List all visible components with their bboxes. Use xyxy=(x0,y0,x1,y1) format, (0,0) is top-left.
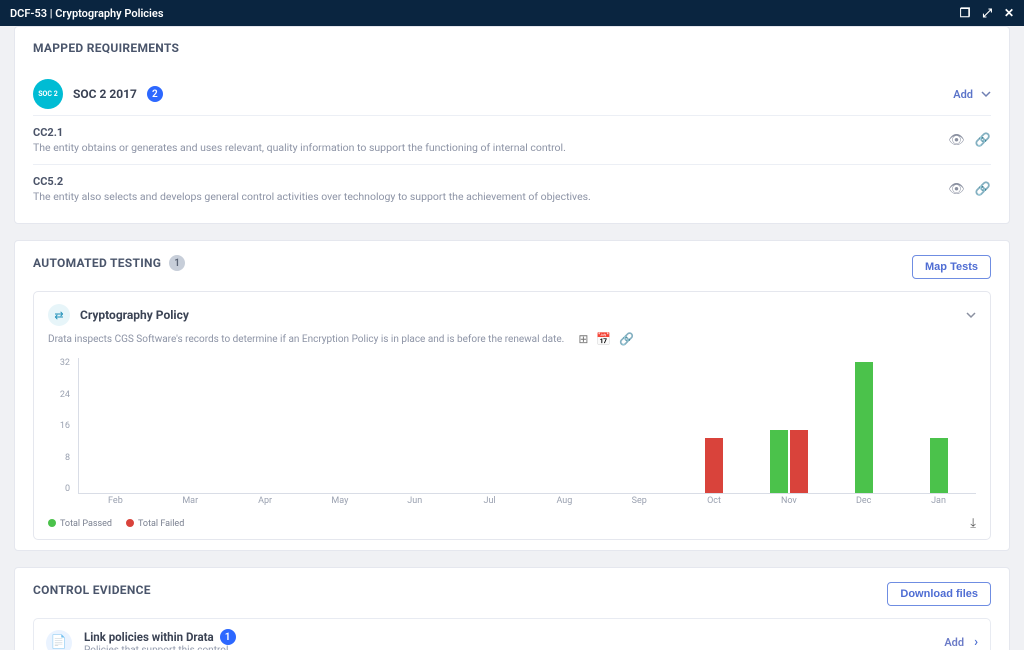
map-tests-button[interactable]: Map Tests xyxy=(912,255,991,279)
window-expand-icon[interactable]: ⤢ xyxy=(982,6,992,21)
chevron-right-icon: › xyxy=(974,635,978,650)
bar-passed[interactable] xyxy=(855,362,873,493)
requirement-desc: The entity obtains or generates and uses… xyxy=(33,141,566,154)
chevron-down-icon[interactable] xyxy=(966,310,976,320)
add-requirement-button[interactable]: Add xyxy=(953,88,991,101)
requirement-code: CC2.1 xyxy=(33,126,566,139)
download-files-button[interactable]: Download files xyxy=(887,582,991,606)
automated-testing-heading: AUTOMATED TESTING xyxy=(33,256,161,270)
framework-count-badge: 2 xyxy=(147,86,163,102)
mapped-requirements-card: MAPPED REQUIREMENTS SOC 2 SOC 2 2017 2 A… xyxy=(14,26,1010,224)
main-scroll[interactable]: MAPPED REQUIREMENTS SOC 2 SOC 2 2017 2 A… xyxy=(0,26,1024,650)
evidence-item: 📄 Link policies within Drata1Policies tha… xyxy=(33,618,991,650)
requirement-item: CC2.1 The entity obtains or generates an… xyxy=(33,116,991,165)
soc2-badge-icon: SOC 2 xyxy=(33,79,63,109)
bar-passed[interactable] xyxy=(930,438,948,493)
control-evidence-card: CONTROL EVIDENCE Download files 📄 Link po… xyxy=(14,567,1010,650)
test-title: Cryptography Policy xyxy=(80,308,189,322)
visibility-icon[interactable]: 👁 xyxy=(948,133,965,148)
window-titlebar: DCF-53 | Cryptography Policies ❐ ⤢ ✕ xyxy=(0,0,1024,26)
window-title: DCF-53 | Cryptography Policies xyxy=(10,7,163,20)
test-icon: ⇄ xyxy=(48,304,70,326)
automated-testing-card: AUTOMATED TESTING 1 Map Tests ⇄ Cryptogr… xyxy=(14,240,1010,551)
calendar-icon[interactable]: 📅 xyxy=(596,332,611,346)
framework-row: SOC 2 SOC 2 2017 2 Add xyxy=(33,73,991,115)
evidence-add-button[interactable]: Add› xyxy=(944,635,978,650)
test-chart: 32241680 FebMarAprMayJunJulAugSepOctNovD… xyxy=(48,352,976,512)
test-description: Drata inspects CGS Software's records to… xyxy=(48,334,564,345)
download-chart-icon[interactable]: ⤓ xyxy=(970,516,976,531)
link-icon[interactable]: 🔗 xyxy=(619,332,634,346)
evidence-title: Link policies within Drata1 xyxy=(84,629,236,645)
test-card: ⇄ Cryptography Policy Drata inspects CGS… xyxy=(33,291,991,540)
bar-passed[interactable] xyxy=(770,430,788,493)
requirement-code: CC5.2 xyxy=(33,175,591,188)
evidence-subtitle: Policies that support this control xyxy=(84,645,236,650)
requirement-item: CC5.2 The entity also selects and develo… xyxy=(33,165,991,213)
control-evidence-heading: CONTROL EVIDENCE xyxy=(33,583,151,597)
window-close-icon[interactable]: ✕ xyxy=(1004,6,1014,21)
requirement-desc: The entity also selects and develops gen… xyxy=(33,190,591,203)
requirement-list: CC2.1 The entity obtains or generates an… xyxy=(33,115,991,213)
window-duplicate-icon[interactable]: ❐ xyxy=(960,6,971,21)
evidence-count-badge: 1 xyxy=(220,629,236,645)
legend-failed: Total Failed xyxy=(126,519,184,529)
link-icon[interactable]: 🔗 xyxy=(975,182,991,197)
visibility-icon[interactable]: 👁 xyxy=(948,182,965,197)
mapped-requirements-heading: MAPPED REQUIREMENTS xyxy=(33,41,991,55)
legend-passed: Total Passed xyxy=(48,519,112,529)
framework-name: SOC 2 2017 xyxy=(73,87,137,101)
evidence-icon: 📄 xyxy=(46,630,72,650)
link-icon[interactable]: 🔗 xyxy=(975,133,991,148)
testing-count-badge: 1 xyxy=(169,255,185,271)
bar-failed[interactable] xyxy=(705,438,723,493)
bar-failed[interactable] xyxy=(790,430,808,493)
drata-icon[interactable]: ⊞ xyxy=(578,332,588,346)
chevron-down-icon xyxy=(981,89,991,99)
